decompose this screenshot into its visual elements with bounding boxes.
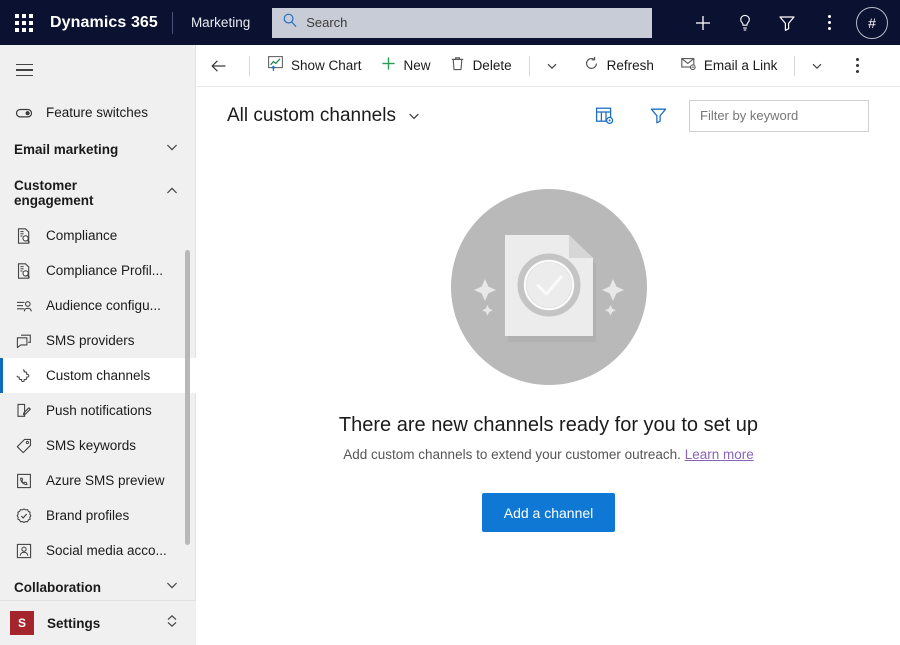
app-name[interactable]: Marketing <box>173 15 268 30</box>
phone-device-icon <box>14 471 34 491</box>
sidebar-scrollbar[interactable] <box>185 250 190 545</box>
command-bar: Show Chart New Delete Refresh Email a Li… <box>197 45 900 87</box>
sidebar-group-label: Collaboration <box>14 579 101 595</box>
app-header: Dynamics 365 Marketing Search # <box>0 0 900 45</box>
edit-columns-icon[interactable] <box>587 99 621 133</box>
push-notification-icon <box>14 401 34 421</box>
user-avatar[interactable]: # <box>856 6 888 39</box>
badge-check-icon <box>14 506 34 526</box>
sidebar-item-label: Social media acco... <box>46 543 167 558</box>
sidebar-item-sms-keywords[interactable]: SMS keywords <box>0 428 196 463</box>
hamburger-icon[interactable] <box>4 50 44 90</box>
lightbulb-icon[interactable] <box>724 0 766 45</box>
empty-state-subtitle-text: Add custom channels to extend your custo… <box>343 447 681 462</box>
new-button[interactable]: New <box>371 45 440 87</box>
sidebar-item-label: Custom channels <box>46 368 151 383</box>
settings-badge: S <box>10 611 34 635</box>
sidebar-item-compliance-profiles[interactable]: Compliance Profil... <box>0 253 196 288</box>
chevron-up-icon <box>164 183 180 204</box>
email-a-link-button[interactable]: Email a Link <box>671 45 787 87</box>
empty-state-title: There are new channels ready for you to … <box>338 414 759 436</box>
refresh-label: Refresh <box>606 58 654 73</box>
sidebar-item-label: Compliance Profil... <box>46 263 164 278</box>
sidebar-group-label: Email marketing <box>14 141 119 157</box>
command-divider <box>794 55 796 76</box>
email-link-icon <box>680 55 697 77</box>
email-a-link-label: Email a Link <box>703 58 778 73</box>
audience-icon <box>14 296 34 316</box>
filter-placeholder: Filter by keyword <box>700 108 799 123</box>
filter-by-keyword-input[interactable]: Filter by keyword <box>689 99 869 132</box>
document-search-icon <box>14 226 34 246</box>
area-switcher[interactable]: S Settings <box>0 600 196 645</box>
document-search-icon <box>14 261 34 281</box>
chat-bubble-icon <box>14 331 34 351</box>
toggle-icon <box>14 103 34 123</box>
sidebar-item-compliance[interactable]: Compliance <box>0 218 196 253</box>
command-more-button[interactable] <box>841 45 873 87</box>
sidebar-item-push-notifications[interactable]: Push notifications <box>0 393 196 428</box>
sidebar-item-label: SMS keywords <box>46 438 137 453</box>
show-chart-label: Show Chart <box>291 58 362 73</box>
refresh-icon <box>583 55 600 77</box>
page-title: All custom channels <box>227 104 396 126</box>
sidebar-group-customer-engagement[interactable]: Customer engagement <box>0 168 196 218</box>
refresh-button[interactable]: Refresh <box>574 45 663 87</box>
puzzle-icon <box>14 366 34 386</box>
chevron-down-icon <box>164 577 180 598</box>
delete-label: Delete <box>472 58 512 73</box>
search-input[interactable]: Search <box>272 7 653 38</box>
view-header: All custom channels Filter by keyword <box>197 88 900 143</box>
more-vertical-icon[interactable] <box>808 0 850 45</box>
brand-title: Dynamics 365 <box>50 13 158 31</box>
email-overflow-caret[interactable] <box>803 45 831 87</box>
delete-overflow-caret[interactable] <box>538 45 566 87</box>
sidebar-item-feature-switches[interactable]: Feature switches <box>0 95 196 130</box>
learn-more-link[interactable]: Learn more <box>685 447 754 462</box>
updown-chevron-icon <box>164 613 180 634</box>
empty-state-subtitle: Add custom channels to extend your custo… <box>343 447 754 462</box>
area-switcher-label: Settings <box>47 615 101 631</box>
sidebar-item-label: Audience configu... <box>46 298 161 313</box>
sidebar-item-label: Feature switches <box>46 105 149 120</box>
sidebar: Feature switches Email marketing Custome… <box>0 45 196 645</box>
back-button[interactable] <box>197 45 241 87</box>
app-launcher-icon[interactable] <box>0 0 48 45</box>
sidebar-item-label: SMS providers <box>46 333 135 348</box>
sidebar-item-brand-profiles[interactable]: Brand profiles <box>0 498 196 533</box>
sidebar-scroll-area: Feature switches Email marketing Custome… <box>0 95 196 618</box>
document-check-circle-illustration <box>450 189 647 390</box>
chart-icon <box>267 55 284 77</box>
add-a-channel-button[interactable]: Add a channel <box>481 493 616 532</box>
tag-icon <box>14 436 34 456</box>
new-label: New <box>403 58 431 73</box>
command-divider <box>249 55 250 76</box>
main-content: There are new channels ready for you to … <box>197 143 900 645</box>
delete-button[interactable]: Delete <box>440 45 521 87</box>
sidebar-item-label: Push notifications <box>46 403 152 418</box>
sidebar-item-azure-sms-preview[interactable]: Azure SMS preview <box>0 463 196 498</box>
chevron-down-icon <box>164 139 180 160</box>
sidebar-item-label: Brand profiles <box>46 508 130 523</box>
show-chart-button[interactable]: Show Chart <box>258 45 371 87</box>
sidebar-item-custom-channels[interactable]: Custom channels <box>0 358 196 393</box>
sidebar-item-audience-configuration[interactable]: Audience configu... <box>0 288 196 323</box>
sidebar-group-email-marketing[interactable]: Email marketing <box>0 130 196 168</box>
plus-icon <box>380 55 397 77</box>
search-placeholder: Search <box>306 15 348 30</box>
command-divider <box>528 55 530 76</box>
funnel-icon[interactable] <box>766 0 808 45</box>
sidebar-item-social-media-accounts[interactable]: Social media acco... <box>0 533 196 568</box>
sidebar-item-label: Azure SMS preview <box>46 473 165 488</box>
edit-filters-icon[interactable] <box>641 99 675 133</box>
chevron-down-icon[interactable] <box>406 108 422 124</box>
person-frame-icon <box>14 541 34 561</box>
sidebar-item-label: Compliance <box>46 228 118 243</box>
trash-icon <box>449 55 466 77</box>
sidebar-item-sms-providers[interactable]: SMS providers <box>0 323 196 358</box>
search-icon <box>282 12 298 33</box>
quick-create-button[interactable] <box>682 0 724 45</box>
sidebar-group-label: Customer engagement <box>14 178 94 208</box>
